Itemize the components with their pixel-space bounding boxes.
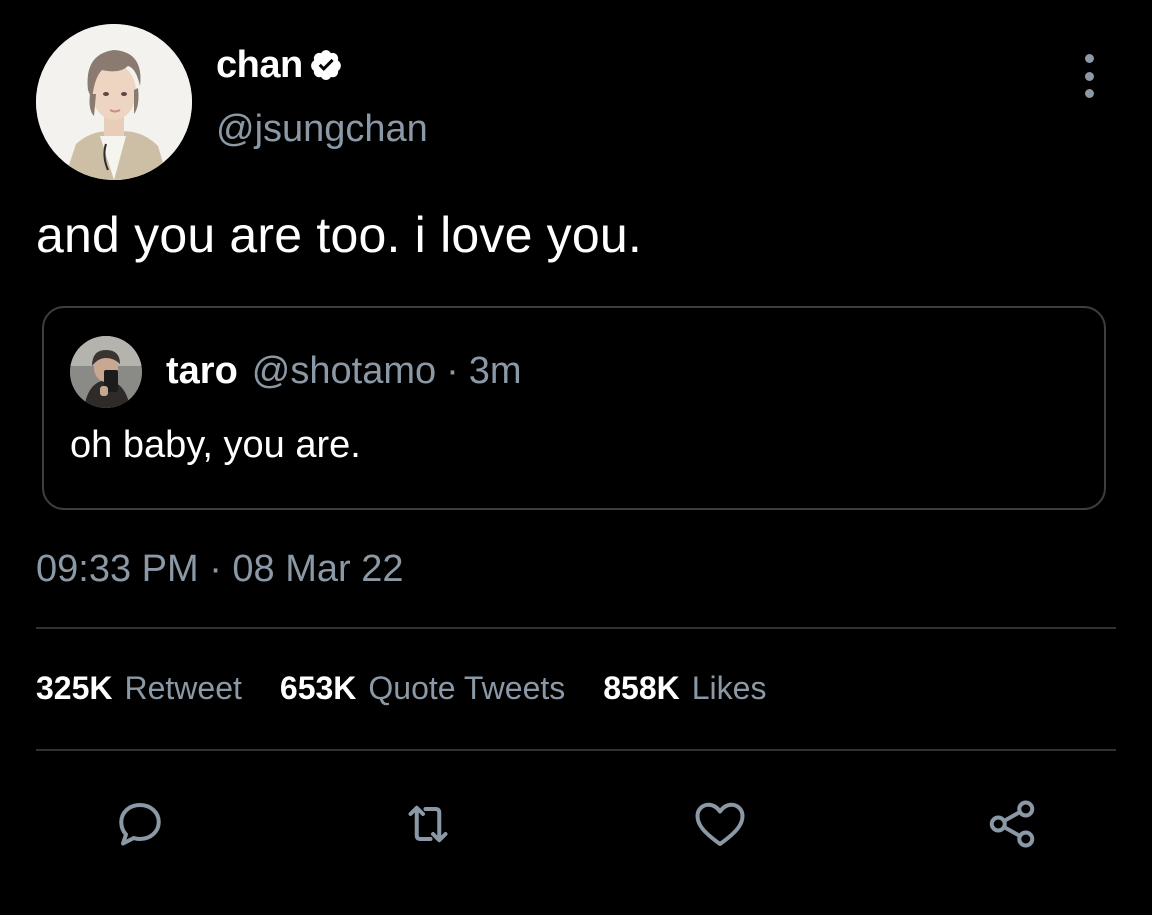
author-name-row: chan (216, 40, 343, 90)
author-handle[interactable]: @jsungchan (216, 108, 428, 151)
verified-badge-icon (309, 48, 343, 82)
quote-tweets-count: 653K (279, 670, 357, 706)
more-dot (1084, 71, 1094, 81)
divider (36, 749, 1116, 751)
quoted-separator: · (446, 350, 459, 392)
quote-tweets-stat[interactable]: 653K Quote Tweets (280, 670, 565, 707)
retweet-count: 325K (36, 670, 113, 706)
quoted-display-name[interactable]: taro (166, 350, 238, 393)
engagement-stats: 325K Retweet 653K Quote Tweets 858K Likes (36, 670, 804, 707)
quote-tweets-label: Quote Tweets (368, 670, 566, 706)
quoted-author-avatar[interactable] (70, 336, 142, 408)
retweet-icon[interactable] (398, 794, 458, 854)
share-icon[interactable] (982, 794, 1042, 854)
quoted-tweet-card[interactable]: taro @shotamo · 3m oh baby, you are. (42, 306, 1106, 510)
reply-icon[interactable] (110, 794, 170, 854)
quoted-handle: @shotamo (251, 350, 437, 392)
tweet-detail: chan @jsungchan and you are too. i love … (0, 0, 1152, 915)
retweet-stat[interactable]: 325K Retweet (36, 670, 242, 707)
quoted-tweet-text: oh baby, you are. (70, 424, 361, 466)
tweet-timestamp: 09:33 PM · 08 Mar 22 (36, 548, 404, 590)
like-icon[interactable] (690, 794, 750, 854)
more-dot (1084, 89, 1094, 98)
tweet-text: and you are too. i love you. (36, 207, 642, 263)
author-avatar[interactable] (36, 24, 192, 180)
quoted-time: 3m (468, 350, 522, 392)
likes-stat[interactable]: 858K Likes (603, 670, 766, 707)
likes-label: Likes (691, 670, 767, 706)
author-display-name[interactable]: chan (216, 44, 303, 87)
more-options-icon[interactable] (1074, 54, 1104, 98)
retweet-label: Retweet (124, 670, 242, 706)
divider (36, 627, 1116, 629)
more-dot (1084, 54, 1094, 63)
quoted-tweet-header: taro @shotamo · 3m (166, 350, 522, 393)
likes-count: 858K (603, 670, 680, 706)
